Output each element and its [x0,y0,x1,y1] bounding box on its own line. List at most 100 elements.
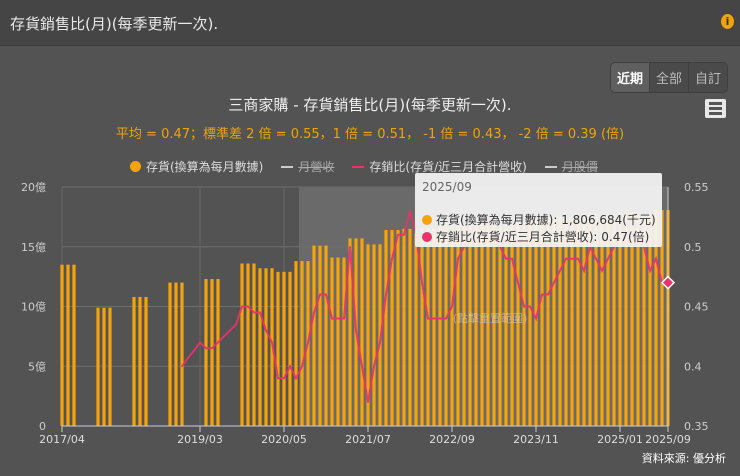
ratio-point [283,377,285,380]
y-right-tick-label: 0.5 [684,241,702,254]
inventory-bar [276,271,280,426]
inventory-bar [402,228,406,426]
inventory-bar [246,263,250,426]
inventory-bar [288,271,292,426]
inventory-bar [546,216,550,426]
inventory-bar [168,282,172,426]
inventory-bar [558,216,562,426]
ratio-point [511,257,513,260]
y-right-tick-label: 0.4 [684,360,702,373]
inventory-bar [600,215,604,426]
ratio-point [577,257,579,260]
x-tick-label: 2025/01 [597,433,643,446]
inventory-bar [60,264,64,426]
inventory-bar [312,245,316,426]
inventory-bar [294,261,298,426]
ratio-point [361,365,363,368]
inventory-bar [420,227,424,426]
inventory-bar [426,227,430,426]
ratio-point [301,365,303,368]
ratio-point [331,317,333,320]
inventory-bar [570,218,574,426]
ratio-point [217,341,219,344]
tooltip-row-inventory: 存貨(換算為每月數據): 1,806,684(千元) [422,211,656,228]
ratio-point [409,210,411,212]
ratio-point [541,293,543,296]
ratio-point [211,347,213,350]
ratio-point [607,257,609,260]
inventory-bar [372,244,376,426]
x-tick-label: 2019/03 [177,433,223,446]
tooltip-date: 2025/09 [422,180,472,194]
inventory-bar [438,225,442,426]
inventory-bar [462,224,466,426]
ratio-point [397,234,399,236]
ratio-point [205,347,207,350]
inventory-bar [606,215,610,426]
inventory-bar [282,271,286,426]
ratio-point [565,257,567,260]
inventory-bar [396,230,400,426]
ratio-point [433,317,435,320]
inventory-bar [216,279,220,426]
inventory-bar [492,225,496,426]
inventory-bar [264,268,268,426]
ratio-point [355,329,357,332]
ratio-point [421,281,423,284]
ratio-point [583,269,585,272]
ratio-point [439,317,441,320]
ratio-point [655,257,657,260]
ratio-point [553,281,555,284]
inventory-bar [552,216,556,426]
inventory-bar [138,296,142,426]
reset-zoom-label[interactable]: (點擊重置範圍) [453,311,528,325]
ratio-point [385,293,387,296]
y-left-tick-label: 15億 [21,241,46,254]
ratio-point [349,245,351,248]
inventory-bar [432,227,436,426]
ratio-point [529,305,531,308]
inventory-bar [318,245,322,426]
inventory-bar [540,219,544,426]
inventory-bar [534,219,538,426]
inventory-bar [450,225,454,426]
ratio-point [457,257,459,260]
inventory-bar [360,238,364,426]
ratio-point [289,365,291,368]
ratio-point [223,335,225,338]
ratio-point [367,401,369,403]
inventory-bar [468,224,472,426]
ratio-point [241,305,243,308]
ratio-point [235,323,237,326]
inventory-bar [330,257,334,426]
ratio-point [343,317,345,320]
y-left-tick-label: 10億 [21,301,46,314]
inventory-bar [336,257,340,426]
ratio-point [403,234,405,236]
ratio-point [277,377,279,380]
inventory-bar [564,218,568,426]
inventory-bar [528,219,532,426]
ratio-point [295,377,297,380]
ratio-point [373,365,375,368]
ratio-point [271,341,273,344]
inventory-bar [252,263,256,426]
inventory-bar [174,282,178,426]
ratio-point [337,317,339,320]
ratio-point [505,257,507,260]
inventory-bar [210,279,214,426]
ratio-point [445,317,447,320]
ratio-point [379,341,381,344]
ratio-point [253,311,255,314]
ratio-point [535,317,537,320]
inventory-bar [144,296,148,426]
inventory-bar [498,225,502,426]
ratio-point [391,257,393,260]
ratio-point [313,311,315,314]
ratio-point [265,329,267,332]
ratio-point [325,293,327,296]
ratio-point [523,305,525,308]
inventory-bar [384,230,388,426]
ratio-point [259,311,261,314]
inventory-bar [414,228,418,426]
